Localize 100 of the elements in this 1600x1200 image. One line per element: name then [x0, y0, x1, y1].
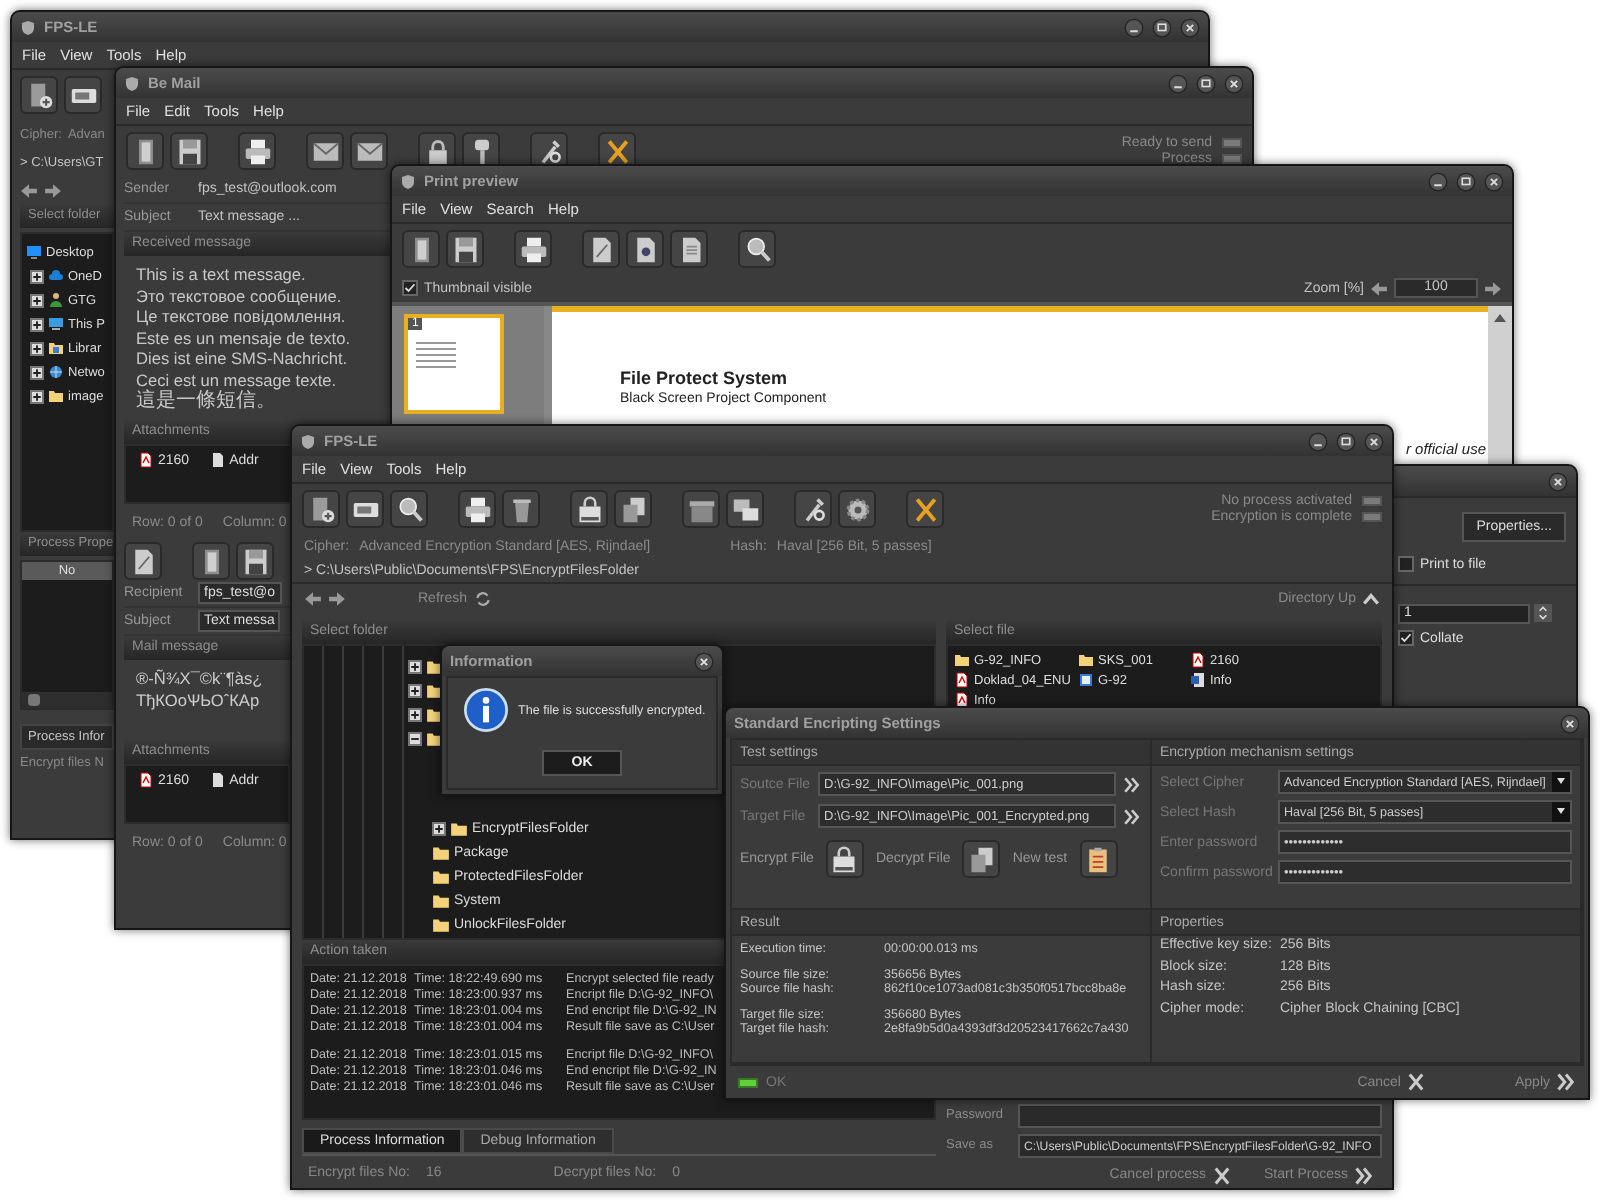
expander[interactable] — [30, 341, 44, 355]
toolbar-button[interactable] — [726, 490, 764, 528]
minimize-button[interactable] — [1308, 431, 1328, 451]
plus-icon — [32, 271, 42, 281]
page-title: File Protect System — [620, 368, 790, 388]
floppy-icon — [175, 137, 203, 165]
toolbar-button[interactable] — [570, 490, 608, 528]
toolbar-button[interactable] — [192, 542, 230, 580]
arrow-right-icon[interactable] — [1484, 279, 1502, 297]
documents-icon — [967, 845, 996, 873]
file-plus-icon — [25, 81, 53, 109]
minimize-button[interactable] — [1168, 73, 1188, 93]
scrollbar[interactable] — [22, 692, 112, 708]
maximize-button[interactable] — [1456, 171, 1476, 191]
arrow-left-icon[interactable] — [1370, 279, 1388, 297]
toolbar-button[interactable] — [738, 230, 776, 268]
toolbar-button[interactable] — [626, 230, 664, 268]
toolbar-button[interactable] — [236, 542, 274, 580]
close-button[interactable] — [1484, 171, 1504, 191]
toolbar-button[interactable] — [670, 230, 708, 268]
arrow-left-icon[interactable] — [20, 181, 38, 199]
toolbar-button[interactable] — [458, 490, 496, 528]
toolbar-button[interactable] — [302, 490, 340, 528]
floppy-icon — [451, 235, 479, 263]
toolbar-button[interactable] — [502, 490, 540, 528]
close-button[interactable] — [1180, 17, 1200, 37]
toolbar-button[interactable] — [446, 230, 484, 268]
file-plus-icon — [307, 495, 335, 523]
shield-icon — [400, 173, 416, 189]
arrow-right-icon[interactable] — [44, 181, 62, 199]
close-button[interactable] — [1548, 471, 1568, 491]
expander[interactable] — [408, 659, 422, 673]
expander[interactable] — [30, 269, 44, 283]
arrow-right-icon[interactable] — [328, 589, 346, 607]
checkbox[interactable] — [1398, 630, 1414, 646]
password-field[interactable] — [1018, 1103, 1382, 1127]
toolbar-button[interactable] — [306, 132, 344, 170]
arrow-left-icon[interactable] — [304, 589, 322, 607]
action-button[interactable] — [962, 840, 1001, 878]
toolbar-button[interactable] — [402, 230, 440, 268]
close-button[interactable] — [694, 651, 714, 671]
toolbar-button[interactable] — [614, 490, 652, 528]
expander[interactable] — [408, 707, 422, 721]
plus-icon — [32, 295, 42, 305]
check-icon — [1400, 632, 1412, 644]
maximize-button[interactable] — [1196, 73, 1216, 93]
message-line: This is a text message. — [136, 264, 308, 285]
toolbar-button[interactable] — [682, 490, 720, 528]
plus-icon — [410, 661, 420, 671]
expander[interactable] — [432, 821, 446, 835]
documents-icon — [619, 495, 647, 523]
maximize-button[interactable] — [1152, 17, 1172, 37]
expander[interactable] — [408, 731, 422, 745]
clipboard-icon — [1084, 845, 1113, 873]
toolbar-button[interactable] — [170, 132, 208, 170]
close-button[interactable] — [1364, 431, 1384, 451]
expander[interactable] — [30, 389, 44, 403]
toolbar-button[interactable] — [64, 76, 102, 114]
dropdown-arrow-icon — [1556, 808, 1566, 816]
chevron-up-icon — [1362, 589, 1380, 607]
toolbar-button[interactable] — [390, 490, 428, 528]
cross-icon — [1406, 1072, 1427, 1092]
printer-icon — [243, 137, 271, 165]
person-icon — [48, 292, 64, 308]
toolbar-button[interactable] — [350, 132, 388, 170]
folder-icon — [48, 388, 64, 404]
toolbar-button[interactable] — [238, 132, 276, 170]
toolbar-button[interactable] — [582, 230, 620, 268]
toolbar-button[interactable] — [346, 490, 384, 528]
minimize-button[interactable] — [1124, 17, 1144, 37]
plus-icon — [410, 709, 420, 719]
spinner-arrows-icon[interactable] — [1534, 602, 1552, 624]
toolbar-button[interactable] — [794, 490, 832, 528]
refresh-icon — [473, 589, 492, 607]
toolbar-button[interactable] — [20, 76, 58, 114]
expander[interactable] — [408, 683, 422, 697]
network-icon — [48, 364, 64, 380]
checkbox[interactable] — [1398, 556, 1414, 572]
image-icon — [1078, 672, 1094, 688]
browse-button[interactable] — [1122, 807, 1142, 825]
toolbar-button[interactable] — [906, 490, 944, 528]
expander[interactable] — [30, 365, 44, 379]
expander[interactable] — [30, 293, 44, 307]
maximize-button[interactable] — [1336, 431, 1356, 451]
expander[interactable] — [30, 317, 44, 331]
close-button[interactable] — [1560, 713, 1580, 733]
action-button[interactable] — [1079, 840, 1118, 878]
minimize-button[interactable] — [1428, 171, 1448, 191]
toolbar-button[interactable] — [838, 490, 876, 528]
checkbox[interactable] — [402, 280, 418, 296]
floppy-icon — [241, 547, 269, 575]
printer-icon — [463, 495, 491, 523]
action-button[interactable] — [825, 840, 864, 878]
cross-icon — [1211, 1165, 1232, 1185]
browse-button[interactable] — [1122, 775, 1142, 793]
close-button[interactable] — [1224, 73, 1244, 93]
toolbar-button[interactable] — [124, 542, 162, 580]
toolbar-button[interactable] — [514, 230, 552, 268]
toolbar-button[interactable] — [126, 132, 164, 170]
document-icon — [209, 772, 226, 788]
